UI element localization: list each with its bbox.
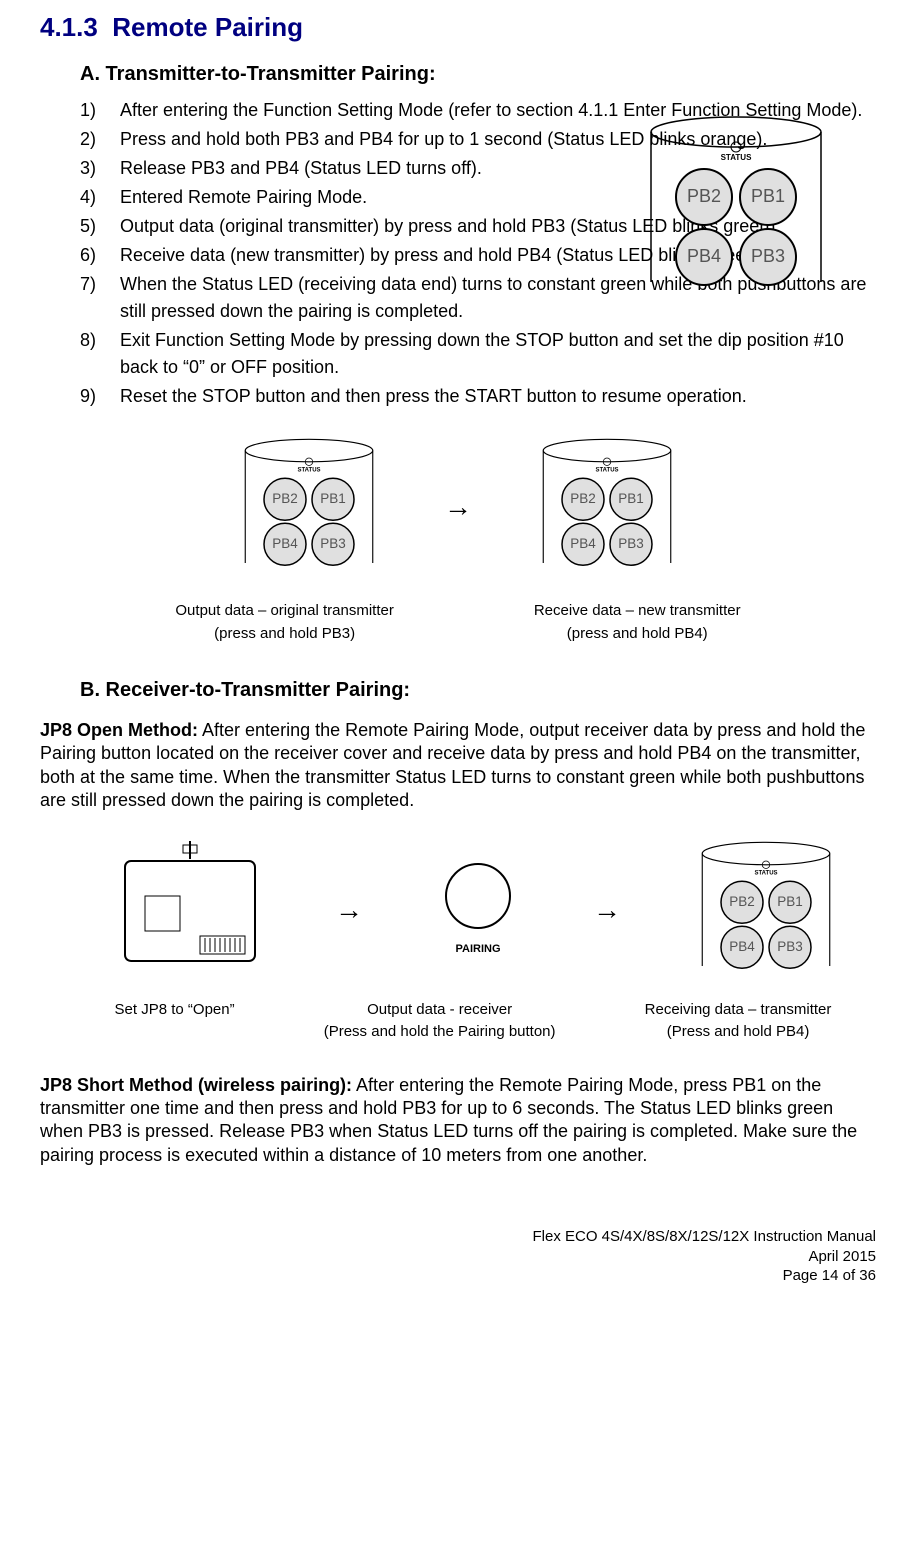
section-number: 4.1.3 — [40, 12, 98, 42]
list-item: 9)Reset the STOP button and then press t… — [80, 383, 876, 410]
jp8-short-label: JP8 Short Method (wireless pairing): — [40, 1075, 352, 1095]
svg-text:STATUS: STATUS — [721, 153, 752, 162]
list-item: 8)Exit Function Setting Mode by pressing… — [80, 327, 876, 381]
pairing-button-icon — [443, 861, 513, 931]
caption-receive-line1: Receive data – new transmitter — [534, 600, 741, 623]
transmitter-diagram-icon: STATUS PB2 PB1 PB4 PB3 — [636, 102, 836, 302]
caption-jp8: Set JP8 to “Open” — [115, 999, 235, 1044]
svg-text:PB4: PB4 — [729, 939, 755, 954]
section-heading: 4.1.3 Remote Pairing — [40, 8, 876, 47]
page-footer: Flex ECO 4S/4X/8S/8X/12S/12X Instruction… — [40, 1227, 876, 1286]
svg-text:STATUS: STATUS — [297, 468, 320, 474]
subsection-a-heading: A. Transmitter-to-Transmitter Pairing: — [80, 59, 876, 89]
caption-receive-line2: (press and hold PB4) — [534, 623, 741, 646]
svg-text:PB1: PB1 — [618, 491, 644, 506]
subsection-b-heading: B. Receiver-to-Transmitter Pairing: — [80, 675, 876, 705]
svg-text:STATUS: STATUS — [595, 468, 618, 474]
transmitter-output-icon: STATUS PB2 PB1 PB4 PB3 — [234, 428, 384, 578]
caption-row-b: Set JP8 to “Open” Output data - receiver… — [70, 999, 876, 1044]
jp8-open-paragraph: JP8 Open Method: After entering the Remo… — [40, 719, 876, 813]
arrow-icon: → — [335, 889, 363, 931]
svg-text:PB1: PB1 — [777, 894, 803, 909]
svg-text:PB3: PB3 — [320, 536, 346, 551]
jp8-open-label: JP8 Open Method: — [40, 720, 198, 740]
transmitter-receive-icon: STATUS PB2 PB1 PB4 PB3 — [691, 831, 841, 981]
svg-text:PB4: PB4 — [272, 536, 298, 551]
footer-date: April 2015 — [40, 1247, 876, 1267]
svg-text:PB4: PB4 — [570, 536, 596, 551]
svg-text:PB2: PB2 — [687, 186, 721, 206]
caption-receiving-transmitter-2: (Press and hold PB4) — [645, 1021, 832, 1044]
svg-text:PB3: PB3 — [751, 246, 785, 266]
svg-text:PB4: PB4 — [687, 246, 721, 266]
caption-output-receiver-1: Output data - receiver — [324, 999, 556, 1022]
caption-row-a: Output data – original transmitter (pres… — [40, 596, 876, 645]
arrow-icon: → — [593, 889, 621, 931]
arrow-icon: → — [444, 486, 472, 528]
transmitter-receive-icon: STATUS PB2 PB1 PB4 PB3 — [532, 428, 682, 578]
svg-text:PB1: PB1 — [320, 491, 346, 506]
diagram-row-b: → PAIRING → STATUS PB2 PB1 PB4 PB3 — [80, 831, 876, 989]
caption-output-receiver-2: (Press and hold the Pairing button) — [324, 1021, 556, 1044]
jp8-short-paragraph: JP8 Short Method (wireless pairing): Aft… — [40, 1074, 876, 1168]
footer-page-number: Page 14 of 36 — [40, 1266, 876, 1286]
svg-text:STATUS: STATUS — [754, 870, 777, 876]
caption-output-line2: (press and hold PB3) — [175, 623, 393, 646]
svg-text:PB3: PB3 — [618, 536, 644, 551]
svg-text:PB1: PB1 — [751, 186, 785, 206]
svg-text:PB2: PB2 — [570, 491, 596, 506]
footer-manual-title: Flex ECO 4S/4X/8S/8X/12S/12X Instruction… — [40, 1227, 876, 1247]
svg-text:PB3: PB3 — [777, 939, 803, 954]
caption-output-line1: Output data – original transmitter — [175, 600, 393, 623]
receiver-board-icon — [115, 841, 265, 971]
section-title: Remote Pairing — [112, 12, 303, 42]
diagram-row-a: STATUS PB2 PB1 PB4 PB3 → STATUS PB2 PB1 … — [40, 428, 876, 586]
pairing-label: PAIRING — [433, 941, 523, 958]
svg-text:PB2: PB2 — [272, 491, 298, 506]
caption-receiving-transmitter-1: Receiving data – transmitter — [645, 999, 832, 1022]
svg-text:PB2: PB2 — [729, 894, 755, 909]
